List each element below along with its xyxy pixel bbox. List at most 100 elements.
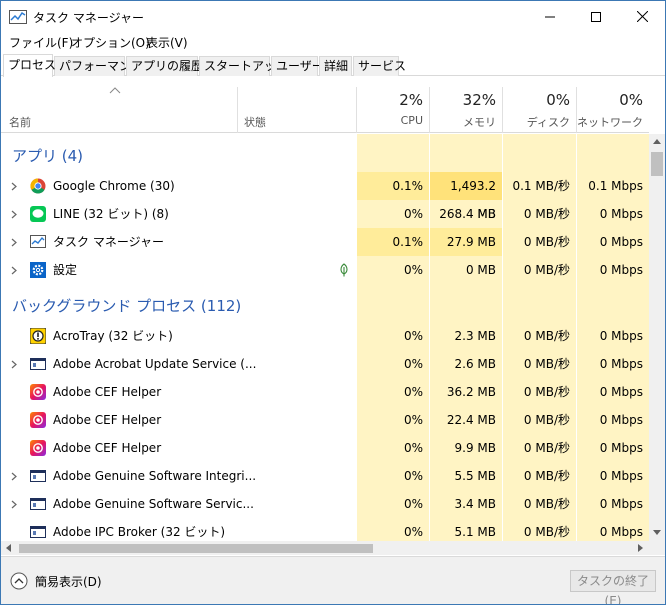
chevron-right-icon[interactable] — [11, 500, 17, 509]
column-cpu[interactable]: 2% CPU — [357, 77, 429, 133]
service-window-icon — [30, 496, 46, 512]
process-name: Adobe CEF Helper — [53, 385, 162, 399]
scroll-right-icon[interactable] — [638, 544, 643, 552]
cell-cpu: 0% — [403, 525, 423, 539]
tab-details[interactable]: 詳細 — [319, 56, 352, 76]
menu-options[interactable]: オプション(O) — [71, 34, 150, 51]
vertical-scroll-thumb[interactable] — [651, 152, 663, 176]
column-cpu-label: CPU — [400, 114, 423, 127]
process-row[interactable]: 0% 2.6 MB 0 MB/秒 0 Mbps Adobe Acrobat Update… — [1, 350, 649, 378]
cell-net: 0 Mbps — [599, 357, 643, 371]
process-row[interactable]: 0% 5.5 MB 0 MB/秒 0 Mbps Adobe Genuine Softwa… — [1, 462, 649, 490]
process-name: LINE (32 ビット) (8) — [53, 207, 169, 221]
process-name: Adobe Genuine Software Servic... — [53, 497, 254, 511]
process-row[interactable]: 0.1% 27.9 MB 0 MB/秒 0 Mbps タスク マネージャー — [1, 228, 649, 256]
chevron-up-circle-icon[interactable] — [10, 572, 28, 590]
cell-mem: 3.4 MB — [454, 497, 496, 511]
group-header-background[interactable]: バックグラウンド プロセス (112) — [1, 292, 649, 320]
tab-startup[interactable]: スタートアップ — [199, 56, 288, 76]
column-disk-label: ディスク — [526, 116, 570, 129]
process-row[interactable]: 0% 36.2 MB 0 MB/秒 0 Mbps Adobe CEF Helper — [1, 378, 649, 406]
scroll-down-icon[interactable] — [653, 530, 661, 535]
fewer-details-link[interactable]: 簡易表示(D) — [35, 573, 102, 590]
chevron-right-icon[interactable] — [11, 182, 17, 191]
process-row[interactable]: 0% 5.1 MB 0 MB/秒 0 Mbps Adobe IPC Broker (32… — [1, 518, 649, 541]
process-name: Adobe CEF Helper — [53, 441, 162, 455]
end-task-button[interactable]: タスクの終了(E) — [570, 570, 656, 604]
process-row[interactable]: 0.1% 1,493.2 MB 0.1 MB/秒 0.1 Mbps Google Chr… — [1, 172, 649, 221]
cell-mem: 36.2 MB — [446, 385, 496, 399]
cell-net: 0 Mbps — [599, 525, 643, 539]
cell-cpu: 0% — [403, 357, 423, 371]
process-row[interactable]: 0% 9.9 MB 0 MB/秒 0 Mbps Adobe CEF Helper — [1, 434, 649, 462]
gear-icon — [30, 262, 46, 278]
vertical-scrollbar[interactable] — [649, 134, 665, 541]
close-button[interactable] — [619, 1, 665, 32]
column-network[interactable]: 0% ネットワーク — [577, 77, 649, 133]
task-manager-window: タスク マネージャー ファイル(F) オプション(O) 表示(V) プロセス パ… — [0, 0, 666, 605]
window-title: タスク マネージャー — [33, 11, 144, 25]
process-row[interactable]: 0% 22.4 MB 0 MB/秒 0 Mbps Adobe CEF Helper — [1, 406, 649, 434]
column-disk[interactable]: 0% ディスク — [503, 77, 576, 133]
cell-mem: 5.5 MB — [454, 469, 496, 483]
column-memory[interactable]: 32% メモリ — [430, 77, 502, 133]
cpu-total-percent: 2% — [399, 91, 423, 109]
process-row[interactable]: 0% 2.3 MB 0 MB/秒 0 Mbps AcroTray (32 ビット) — [1, 322, 649, 350]
cell-net: 0 Mbps — [599, 263, 643, 277]
cell-disk: 0 MB/秒 — [523, 469, 570, 483]
process-row[interactable]: 0% 0 MB 0 MB/秒 0 Mbps 設定 — [1, 256, 649, 284]
process-name: Adobe Genuine Software Integri... — [53, 469, 257, 483]
process-name: Adobe CEF Helper — [53, 413, 162, 427]
minimize-button[interactable] — [527, 1, 573, 32]
horizontal-scrollbar[interactable] — [1, 541, 649, 555]
column-status[interactable]: 状態 — [238, 77, 356, 133]
group-header-apps[interactable]: アプリ (4) — [1, 142, 649, 170]
cell-net: 0.1 Mbps — [588, 179, 643, 193]
scroll-left-icon[interactable] — [6, 544, 11, 552]
cell-cpu: 0% — [403, 207, 423, 221]
column-network-label: ネットワーク — [577, 116, 643, 129]
chevron-right-icon[interactable] — [11, 210, 17, 219]
cell-mem: 2.3 MB — [454, 329, 496, 343]
column-status-label: 状態 — [244, 116, 266, 129]
chevron-right-icon[interactable] — [11, 238, 17, 247]
cell-net: 0 Mbps — [599, 329, 643, 343]
menu-file[interactable]: ファイル(F) — [9, 34, 73, 51]
cell-cpu: 0.1% — [357, 228, 429, 256]
title-bar[interactable]: タスク マネージャー — [1, 1, 665, 32]
chevron-right-icon[interactable] — [11, 360, 17, 369]
cell-disk: 0 MB/秒 — [523, 357, 570, 371]
column-header: 名前 状態 2% CPU 32% メモリ 0% ディスク 0% ネットワーク — [1, 77, 649, 133]
tab-performance[interactable]: パフォーマンス — [54, 56, 143, 76]
process-row[interactable]: 0% 268.4 MB 0 MB/秒 0 Mbps LINE (32 ビット) (8) — [1, 200, 649, 228]
service-window-icon — [30, 524, 46, 540]
tab-app-history[interactable]: アプリの履歴 — [126, 56, 203, 76]
menu-view[interactable]: 表示(V) — [146, 34, 188, 51]
service-window-icon — [30, 356, 46, 372]
chevron-right-icon[interactable] — [11, 266, 17, 275]
adobe-cc-icon — [30, 412, 46, 428]
column-name-label: 名前 — [9, 116, 31, 129]
tab-processes[interactable]: プロセス — [3, 54, 56, 77]
maximize-button[interactable] — [573, 1, 619, 32]
tab-users[interactable]: ユーザー — [271, 56, 324, 76]
cell-net: 0 Mbps — [599, 441, 643, 455]
menu-bar: ファイル(F) オプション(O) 表示(V) — [1, 32, 665, 52]
cell-cpu: 0% — [403, 441, 423, 455]
tab-services[interactable]: サービス — [353, 56, 406, 76]
disk-total-percent: 0% — [546, 91, 570, 109]
cell-disk: 0.1 MB/秒 — [512, 179, 570, 193]
minimize-icon — [545, 16, 555, 17]
horizontal-scroll-thumb[interactable] — [19, 544, 373, 553]
cell-disk: 0 MB/秒 — [523, 235, 570, 249]
cell-cpu: 0% — [403, 469, 423, 483]
column-name[interactable]: 名前 — [1, 77, 237, 133]
process-name: 設定 — [53, 263, 78, 277]
chevron-right-icon[interactable] — [11, 472, 17, 481]
cell-disk: 0 MB/秒 — [523, 441, 570, 455]
scroll-up-icon[interactable] — [653, 139, 661, 144]
column-memory-label: メモリ — [463, 116, 496, 129]
network-total-percent: 0% — [619, 91, 643, 109]
process-list: アプリ (4) バックグラウンド プロセス (112) 0.1% 1,493.2 … — [1, 134, 649, 541]
process-row[interactable]: 0% 3.4 MB 0 MB/秒 0 Mbps Adobe Genuine Softwa… — [1, 490, 649, 518]
